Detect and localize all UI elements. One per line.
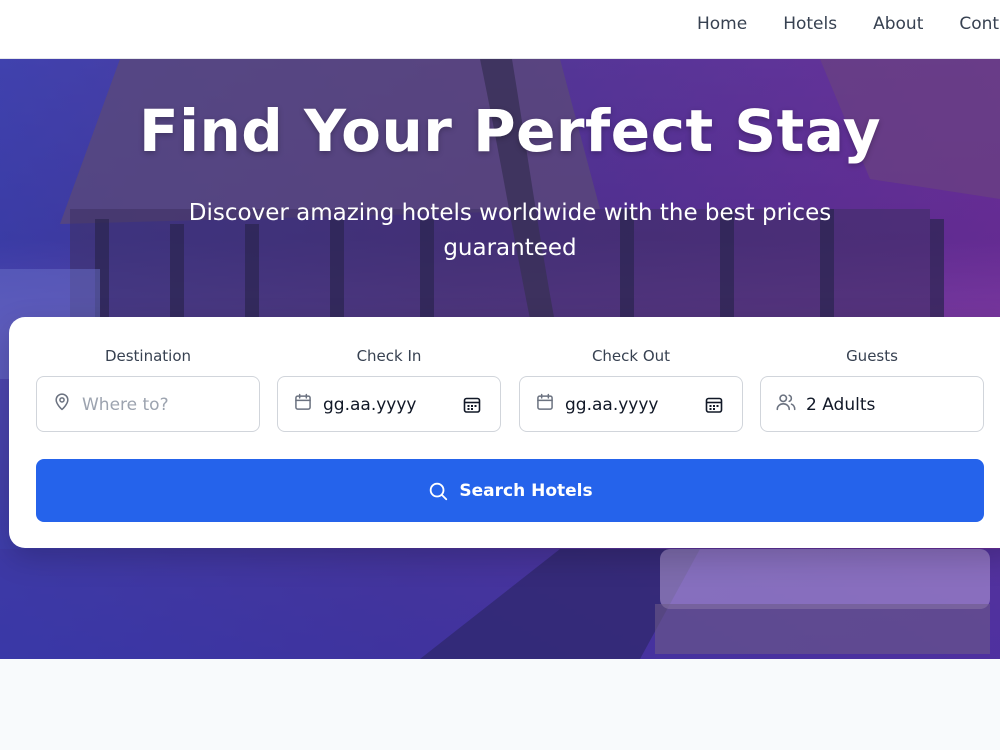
nav-link-hotels[interactable]: Hotels	[783, 14, 837, 34]
destination-field-group: Destination Where to?	[36, 347, 260, 432]
check-out-value: gg.aa.yyyy	[565, 395, 659, 415]
check-in-label: Check In	[356, 347, 422, 365]
search-icon	[427, 480, 449, 502]
check-out-label: Check Out	[591, 347, 671, 365]
nav-link-home[interactable]: Home	[697, 14, 747, 34]
check-out-calendar-picker-icon[interactable]	[704, 395, 724, 415]
nav-link-about[interactable]: About	[873, 14, 923, 34]
hotel-search-form: Destination Where to? Check In gg.aa.yyy…	[9, 317, 1000, 548]
check-in-field-group: Check In gg.aa.yyyy	[277, 347, 501, 432]
nav-link-contact[interactable]: Conta	[959, 14, 1000, 34]
destination-input[interactable]: Where to?	[36, 376, 260, 432]
destination-placeholder: Where to?	[82, 395, 169, 415]
guests-value: 2 Adults	[806, 395, 876, 415]
search-hotels-button-label: Search Hotels	[459, 480, 593, 501]
guests-label: Guests	[846, 347, 898, 365]
check-in-value: gg.aa.yyyy	[323, 395, 417, 415]
check-out-field-group: Check Out gg.aa.yyyy	[519, 347, 743, 432]
guests-select[interactable]: 2 Adults	[760, 376, 984, 432]
hero-title: Find Your Perfect Stay	[138, 97, 882, 165]
destination-label: Destination	[104, 347, 192, 365]
search-hotels-button[interactable]: Search Hotels	[36, 459, 984, 522]
calendar-icon	[534, 391, 556, 413]
check-out-date-input[interactable]: gg.aa.yyyy	[519, 376, 743, 432]
main-nav: Home Hotels About Conta	[679, 0, 1000, 48]
check-in-calendar-picker-icon[interactable]	[462, 395, 482, 415]
calendar-icon	[292, 391, 314, 413]
top-navbar: Home Hotels About Conta	[0, 0, 1000, 59]
hero-subtitle: Discover amazing hotels worldwide with t…	[188, 200, 832, 261]
check-in-date-input[interactable]: gg.aa.yyyy	[277, 376, 501, 432]
users-icon	[775, 391, 797, 413]
guests-field-group: Guests 2 Adults	[760, 347, 984, 432]
map-pin-icon	[51, 391, 73, 413]
